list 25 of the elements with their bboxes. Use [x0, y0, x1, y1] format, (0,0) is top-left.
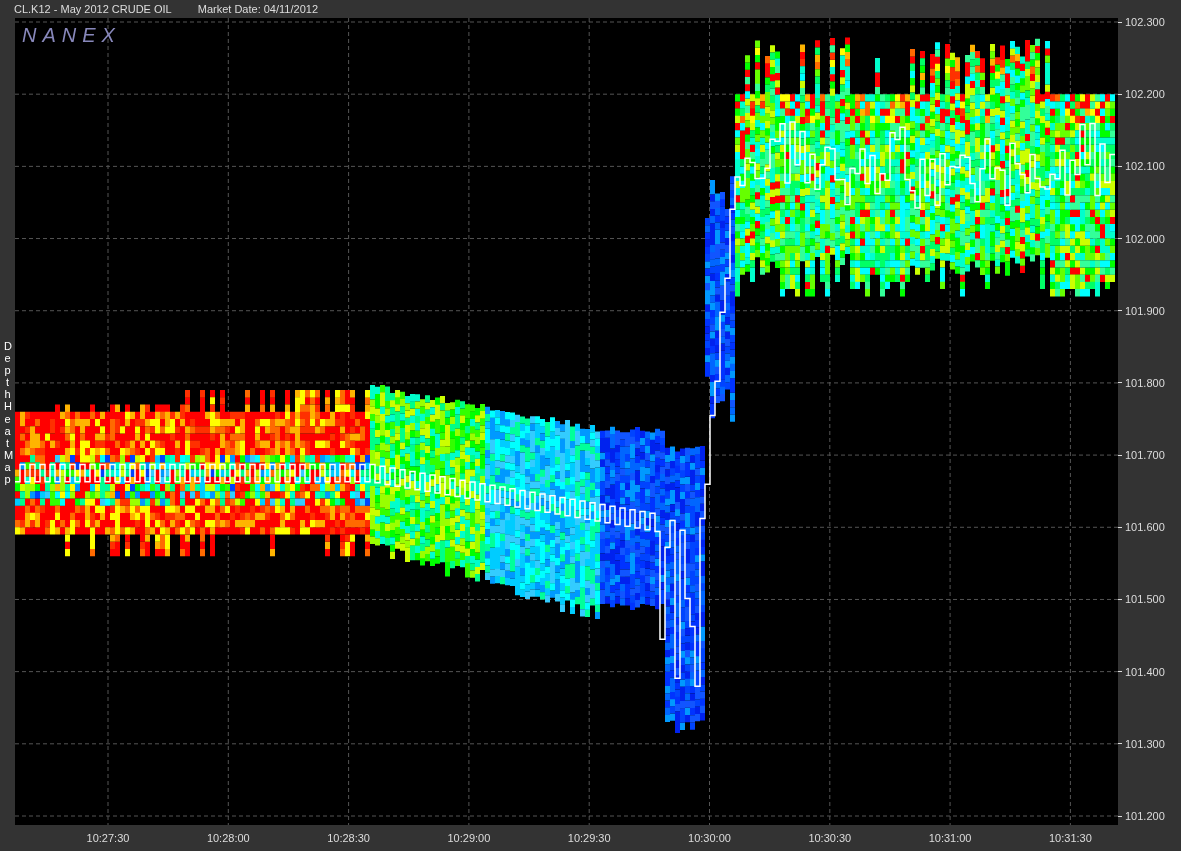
x-axis-label: 10:31:00 [927, 831, 973, 846]
logo: NANEX [22, 23, 121, 48]
y-axis-label: 102.000 [1125, 232, 1165, 245]
y-axis-label: 101.300 [1125, 737, 1165, 750]
x-axis-label: 10:30:30 [807, 831, 853, 846]
y-axis-label: 101.900 [1125, 304, 1165, 317]
y-axis-label: 101.200 [1125, 810, 1165, 822]
x-axis-label: 10:28:30 [326, 831, 371, 846]
y-axis-label: 102.300 [1125, 16, 1165, 28]
y-axis-label: 101.500 [1125, 593, 1165, 606]
x-axis-label: 10:31:30 [1047, 831, 1093, 846]
x-axis-label: 10:29:00 [446, 831, 492, 846]
x-axis-label: 10:30:00 [687, 831, 732, 846]
y-axis-label: 102.200 [1125, 88, 1165, 101]
instrument-title: CL.K12 - May 2012 CRUDE OIL [14, 1, 172, 17]
y-axis-label: 101.600 [1125, 521, 1165, 534]
market-date: Market Date: 04/11/2012 [197, 1, 318, 17]
y-axis-label: 101.400 [1125, 665, 1165, 678]
x-axis-label: 10:29:30 [566, 831, 612, 846]
axis-title: Depth Heat Map [4, 340, 11, 486]
y-axis-label: 102.100 [1125, 160, 1165, 173]
x-axis-label: 10:27:30 [85, 831, 131, 846]
y-axis-label: 101.800 [1125, 376, 1165, 389]
x-axis-label: 10:28:00 [205, 831, 251, 846]
y-axis-label: 101.700 [1125, 449, 1165, 462]
